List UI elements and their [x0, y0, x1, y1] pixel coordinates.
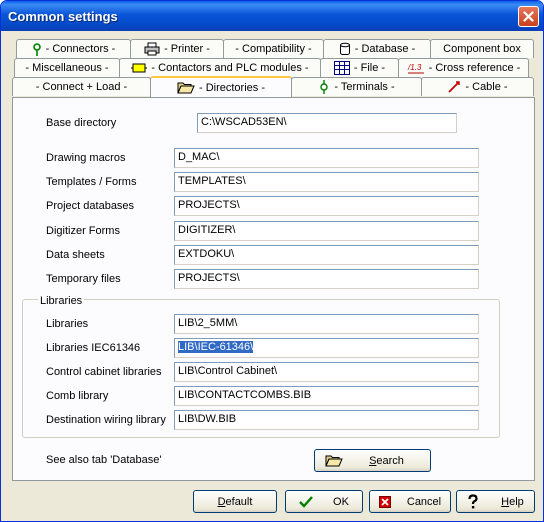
- tab-contactors-plc[interactable]: - Contactors and PLC modules -: [119, 58, 321, 77]
- tab-compatibility[interactable]: - Compatibility -: [223, 39, 324, 58]
- tab-database[interactable]: - Database -: [323, 39, 431, 58]
- connector-icon: [32, 43, 41, 56]
- directories-panel: [12, 97, 535, 481]
- tab-label: - Connect + Load -: [35, 81, 128, 93]
- file-icon: [333, 61, 350, 75]
- ok-button[interactable]: OK: [285, 490, 363, 513]
- tab-connectors[interactable]: - Connectors -: [16, 39, 131, 58]
- tab-printer[interactable]: - Printer -: [130, 39, 224, 58]
- database-icon: [339, 42, 350, 55]
- tab-label: - Directories -: [198, 81, 265, 94]
- tab-cable[interactable]: - Cable -: [421, 77, 534, 96]
- tab-label: - Connectors -: [45, 43, 116, 55]
- tab-connect-load[interactable]: - Connect + Load -: [12, 77, 151, 96]
- terminal-icon: [320, 80, 329, 94]
- tab-directories[interactable]: - Directories -: [150, 76, 292, 97]
- tab-label: Component box: [443, 43, 521, 55]
- tab-file[interactable]: - File -: [320, 58, 399, 77]
- tab-label: - File -: [353, 62, 386, 74]
- cancel-button-label: Cancel: [406, 495, 442, 508]
- tab-label: - Compatibility -: [235, 43, 312, 55]
- close-button[interactable]: [518, 6, 539, 27]
- tab-label: - Miscellaneous -: [25, 62, 109, 74]
- tab-component-box[interactable]: Component box: [430, 39, 534, 58]
- tab-miscellaneous[interactable]: - Miscellaneous -: [14, 58, 120, 77]
- close-icon: [523, 11, 534, 22]
- tab-label: - Cable -: [465, 81, 508, 93]
- tab-cross-reference[interactable]: /1.3 - Cross reference -: [398, 58, 529, 77]
- help-icon: [468, 493, 478, 508]
- svg-text:/1.3: /1.3: [407, 63, 422, 72]
- tab-label: - Database -: [354, 43, 416, 55]
- help-button[interactable]: Help: [456, 490, 535, 513]
- cancel-icon: [378, 495, 391, 508]
- help-button-label: Help: [501, 495, 524, 508]
- checkmark-icon: [299, 495, 313, 508]
- contactor-icon: [131, 63, 148, 73]
- tab-label: - Contactors and PLC modules -: [151, 62, 309, 74]
- default-button-label: Default: [217, 495, 253, 508]
- folder-open-icon: [177, 82, 195, 93]
- cable-icon: [448, 81, 461, 93]
- ok-button-label: OK: [333, 495, 349, 508]
- tab-label: - Printer -: [164, 43, 210, 55]
- default-button[interactable]: Default: [193, 490, 277, 513]
- cancel-button[interactable]: Cancel: [369, 490, 451, 513]
- printer-icon: [144, 42, 160, 56]
- tab-terminals[interactable]: - Terminals -: [291, 77, 422, 96]
- tab-label: - Terminals -: [334, 81, 395, 93]
- tab-label: - Cross reference -: [428, 62, 521, 74]
- title-bar: Common settings: [1, 1, 543, 31]
- window-title: Common settings: [8, 9, 118, 24]
- common-settings-window: Common settings - Connectors - - Printer…: [0, 0, 544, 522]
- cross-reference-icon: /1.3: [407, 63, 424, 74]
